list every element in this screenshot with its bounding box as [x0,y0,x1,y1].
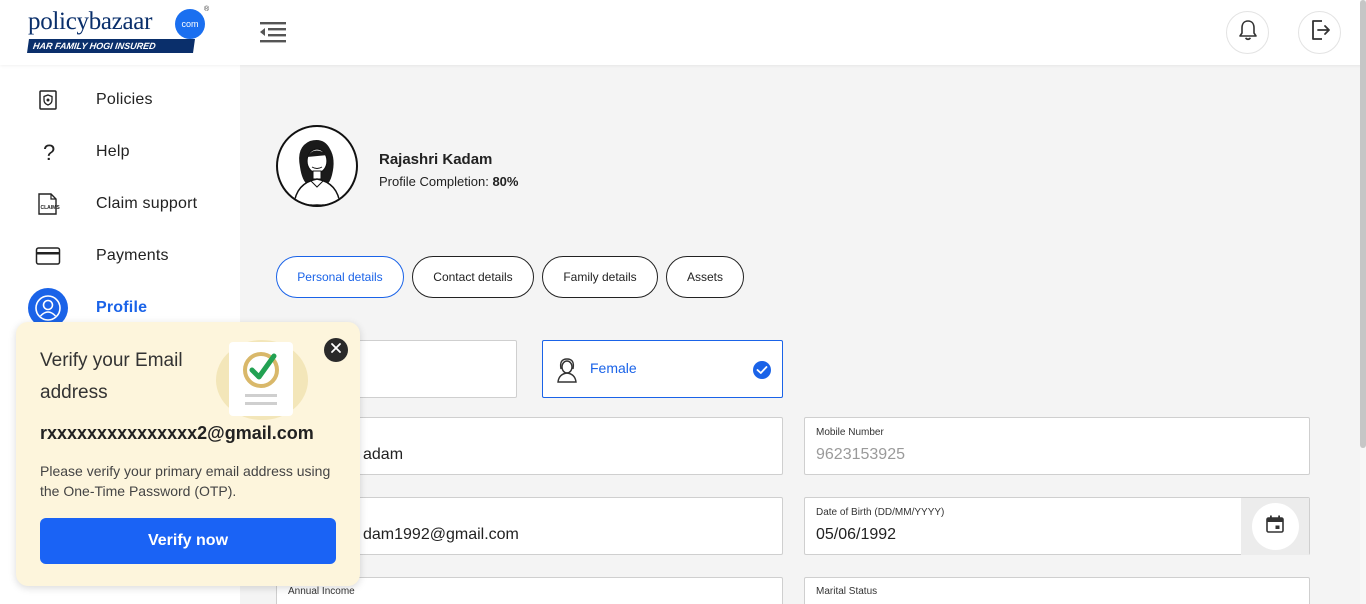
annual-income-label: Annual Income [288,586,355,597]
top-bar: policybazaar com ® HAR FAMILY HOGI INSUR… [0,0,1366,65]
mobile-number-field[interactable]: Mobile Number 9623153925 [804,417,1310,475]
logout-button[interactable] [1298,11,1341,54]
profile-name: Rajashri Kadam [379,151,493,168]
sidebar-label-claim-support: Claim support [96,195,198,212]
tab-assets[interactable]: Assets [666,256,744,298]
page-scrollbar[interactable] [1360,0,1366,604]
mobile-number-value: 9623153925 [816,446,905,463]
shield-doc-icon [28,80,68,120]
gender-option-female[interactable]: Female [542,340,783,398]
marital-status-label: Marital Status [816,586,878,597]
sidebar-item-help[interactable]: ? Help [0,132,240,172]
tab-personal-details[interactable]: Personal details [276,256,404,298]
profile-completion: Profile Completion: 80% [379,174,518,189]
sidebar-item-claim-support[interactable]: CLAIMS Claim support [0,184,240,224]
calendar-button[interactable] [1241,498,1309,555]
sidebar-label-profile: Profile [96,299,148,316]
notifications-button[interactable] [1226,11,1269,54]
scrollbar-thumb[interactable] [1360,0,1366,448]
profile-completion-label: Profile Completion: [379,174,489,189]
verify-email-popup: Verify your Email address rxxxxxxxxxxxxx… [16,322,360,586]
sidebar-label-help: Help [96,143,130,160]
question-icon: ? [28,132,68,172]
mobile-number-label: Mobile Number [816,427,884,438]
policybazaar-logo[interactable]: policybazaar com ® HAR FAMILY HOGI INSUR… [27,6,210,56]
date-of-birth-value: 05/06/1992 [816,526,897,543]
popup-email: rxxxxxxxxxxxxxxx2@gmail.com [40,423,314,443]
claims-doc-icon: CLAIMS [28,184,68,224]
date-of-birth-field[interactable]: Date of Birth (DD/MM/YYYY) 05/06/1992 [804,497,1310,555]
sidebar-label-payments: Payments [96,247,169,264]
check-circle-icon [752,360,772,385]
main-content: Rajashri Kadam Profile Completion: 80% P… [240,65,1360,604]
popup-title: Verify your Email address [40,350,183,403]
avatar[interactable] [276,125,358,207]
collapse-menu-icon[interactable] [258,18,288,46]
sidebar-item-policies[interactable]: Policies [0,80,240,120]
tab-contact-details[interactable]: Contact details [412,256,534,298]
logo-wordmark: policybazaar [28,8,153,35]
logout-icon [1308,18,1332,47]
email-value: dam1992@gmail.com [363,526,519,543]
female-user-icon [555,357,579,388]
gender-female-label: Female [590,360,637,376]
tab-family-details[interactable]: Family details [542,256,658,298]
date-of-birth-label: Date of Birth (DD/MM/YYYY) [816,507,945,518]
svg-text:CLAIMS: CLAIMS [41,205,61,211]
card-icon [28,236,68,276]
calendar-icon [1265,514,1285,539]
close-popup-button[interactable] [324,338,348,362]
logo-com-badge: com [175,9,205,39]
sidebar-label-policies: Policies [96,91,153,108]
close-icon [330,341,342,359]
bell-icon [1238,19,1258,46]
registered-mark: ® [204,6,210,13]
logo-tagline: HAR FAMILY HOGI INSURED [27,39,195,53]
full-name-value: adam [363,446,404,463]
verify-now-button[interactable]: Verify now [40,518,336,564]
sidebar-item-payments[interactable]: Payments [0,236,240,276]
popup-description: Please verify your primary email address… [40,463,331,499]
svg-text:?: ? [43,140,55,164]
marital-status-field[interactable]: Marital Status [804,577,1310,604]
verified-document-icon [210,332,322,420]
profile-completion-value: 80% [492,174,519,189]
